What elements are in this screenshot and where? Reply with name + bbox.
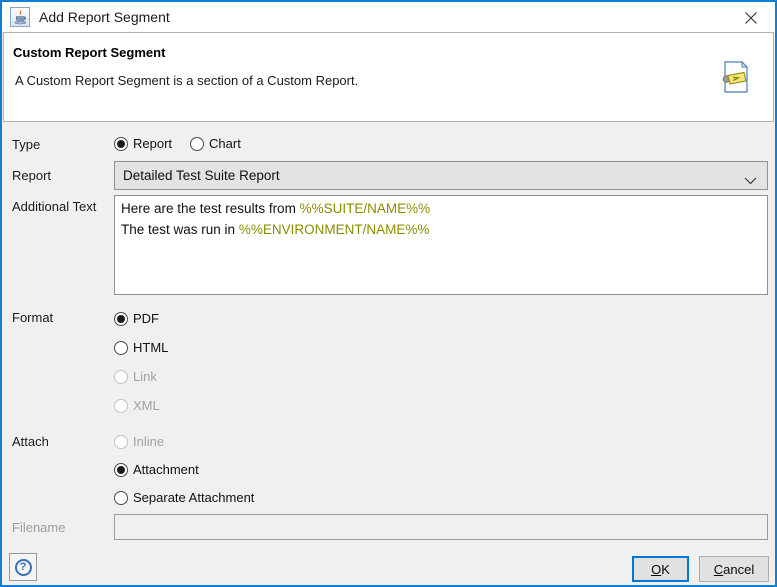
type-chart-radio[interactable]: Chart (190, 136, 241, 151)
additional-text-area[interactable]: Here are the test results from %%SUITE/N… (114, 195, 768, 295)
ok-button-label: OK (651, 561, 670, 577)
radio-circle-icon (114, 340, 128, 355)
close-icon[interactable] (735, 6, 767, 30)
attach-separate-attachment-radio-label: Separate Attachment (133, 490, 255, 505)
format-html-radio[interactable]: HTML (114, 340, 168, 355)
additional-text-line: The test was run in %%ENVIRONMENT/NAME%% (121, 222, 430, 237)
filename-label: Filename (12, 520, 66, 535)
type-radio-group: Report Chart (114, 136, 241, 151)
report-dropdown[interactable]: Detailed Test Suite Report (114, 161, 768, 190)
help-button[interactable]: ? (9, 553, 37, 581)
radio-circle-icon (114, 490, 128, 505)
format-pdf-radio-label: PDF (133, 311, 159, 326)
additional-text-label: Additional Text (12, 199, 97, 214)
window-title: Add Report Segment (39, 9, 170, 25)
format-link-row: Link (114, 369, 157, 384)
chevron-down-icon (744, 173, 757, 188)
radio-circle-icon (114, 434, 128, 449)
attach-label: Attach (12, 434, 49, 449)
attach-inline-row: Inline (114, 434, 164, 449)
format-xml-row: XML (114, 398, 160, 413)
java-cup-icon (10, 7, 30, 27)
attach-attachment-radio-label: Attachment (133, 462, 199, 477)
format-xml-radio-label: XML (133, 398, 160, 413)
attach-inline-radio-label: Inline (133, 434, 165, 449)
format-html-radio-label: HTML (133, 340, 169, 355)
cancel-button-label: Cancel (713, 561, 755, 577)
attach-inline-radio: Inline (114, 434, 164, 449)
additional-text-line: Here are the test results from %%SUITE/N… (121, 201, 431, 216)
help-icon: ? (14, 558, 32, 576)
type-label: Type (12, 137, 41, 152)
add-report-segment-dialog: Add Report Segment Custom Report Segment… (0, 0, 777, 587)
format-html-row: HTML (114, 340, 168, 355)
header-description: A Custom Report Segment is a section of … (15, 73, 359, 88)
report-dropdown-value: Detailed Test Suite Report (123, 168, 280, 183)
radio-circle-icon (114, 462, 128, 477)
variable-token: %%SUITE/NAME%% (299, 201, 431, 216)
radio-circle-icon (114, 398, 128, 413)
attach-attachment-row: Attachment (114, 462, 199, 477)
radio-circle-icon (190, 136, 205, 151)
title-bar[interactable]: Add Report Segment (2, 2, 775, 32)
ok-button[interactable]: OK (632, 556, 689, 582)
attach-separate-attachment-radio[interactable]: Separate Attachment (114, 490, 254, 505)
radio-circle-icon (114, 136, 128, 151)
format-xml-radio: XML (114, 398, 160, 413)
filename-field (114, 514, 768, 540)
radio-circle-icon (114, 369, 128, 384)
format-pdf-row: PDF (114, 311, 159, 326)
cancel-button[interactable]: Cancel (699, 556, 769, 582)
type-report-radio[interactable]: Report (114, 136, 172, 151)
dialog-header-panel: Custom Report Segment A Custom Report Se… (3, 32, 774, 122)
attach-attachment-radio[interactable]: Attachment (114, 462, 199, 477)
header-title: Custom Report Segment (13, 45, 166, 60)
report-segment-document-icon (717, 59, 753, 100)
report-label: Report (12, 168, 52, 183)
format-link-radio-label: Link (133, 369, 157, 384)
attach-separate-row: Separate Attachment (114, 490, 254, 505)
format-pdf-radio[interactable]: PDF (114, 311, 159, 326)
type-report-radio-label: Report (133, 136, 173, 151)
format-link-radio: Link (114, 369, 157, 384)
type-chart-radio-label: Chart (209, 136, 241, 151)
radio-circle-icon (114, 311, 128, 326)
format-label: Format (12, 310, 54, 325)
variable-token: %%ENVIRONMENT/NAME%% (238, 222, 430, 237)
